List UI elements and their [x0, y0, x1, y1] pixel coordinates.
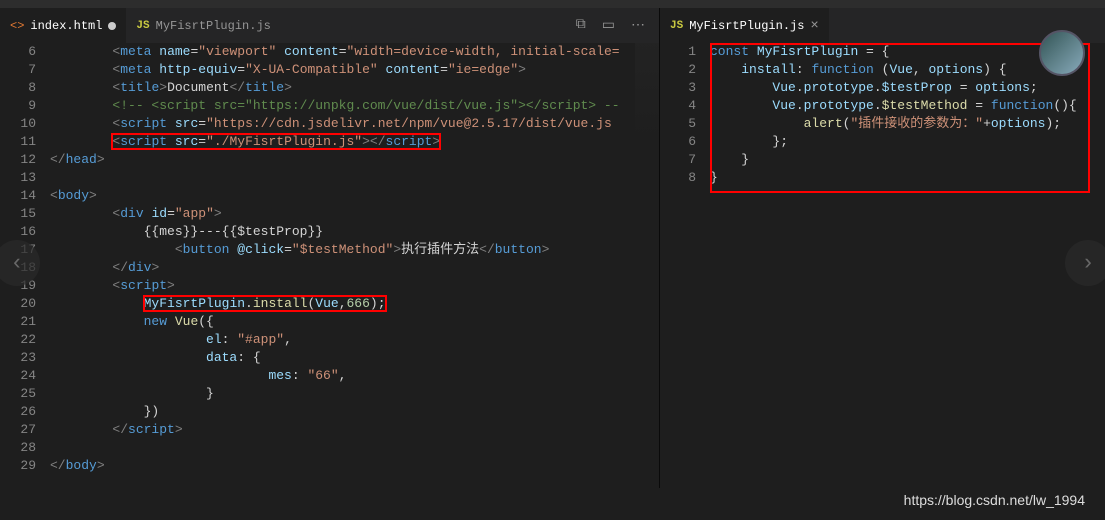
- tab-label: MyFisrtPlugin.js: [156, 19, 271, 33]
- js-file-icon: JS: [670, 20, 683, 32]
- editor-left[interactable]: 6789101112131415161718192021222324252627…: [0, 43, 659, 488]
- line-number: 13: [0, 169, 36, 187]
- code-line[interactable]: <body>: [50, 187, 659, 205]
- code-line[interactable]: alert("插件接收的参数为："+options);: [710, 115, 1105, 133]
- code-line[interactable]: </head>: [50, 151, 659, 169]
- line-number: 9: [0, 97, 36, 115]
- tab-MyFisrtPlugin-js[interactable]: JS MyFisrtPlugin.js: [126, 8, 280, 43]
- line-number: 4: [660, 97, 696, 115]
- code-line[interactable]: </body>: [50, 457, 659, 475]
- line-number: 5: [660, 115, 696, 133]
- tab-label: MyFisrtPlugin.js: [689, 19, 804, 33]
- line-number: 8: [0, 79, 36, 97]
- tab-bar-left: <> index.html JS MyFisrtPlugin.js ⧉ ▭ ⋯: [0, 8, 659, 43]
- line-number: 15: [0, 205, 36, 223]
- line-number: 26: [0, 403, 36, 421]
- code-line[interactable]: data: {: [50, 349, 659, 367]
- tab-label: index.html: [30, 19, 102, 33]
- code-line[interactable]: [50, 169, 659, 187]
- code-line[interactable]: new Vue({: [50, 313, 659, 331]
- split-icon[interactable]: ▭: [602, 17, 615, 34]
- code-line[interactable]: Vue.prototype.$testProp = options;: [710, 79, 1105, 97]
- close-icon[interactable]: ×: [810, 18, 818, 34]
- highlighted-code: <script src="./MyFisrtPlugin.js"></scrip…: [112, 134, 440, 149]
- line-number: 14: [0, 187, 36, 205]
- line-number: 3: [660, 79, 696, 97]
- code-line[interactable]: </div>: [50, 259, 659, 277]
- line-number: 8: [660, 169, 696, 187]
- dirty-indicator-icon: [108, 22, 116, 30]
- compare-icon[interactable]: ⧉: [576, 17, 586, 34]
- editor-pane-right: JS MyFisrtPlugin.js × 12345678 const MyFis…: [660, 8, 1105, 488]
- js-file-icon: JS: [136, 20, 149, 32]
- code-line[interactable]: MyFisrtPlugin.install(Vue,666);: [50, 295, 659, 313]
- watermark-text: https://blog.csdn.net/lw_1994: [904, 492, 1085, 508]
- code-line[interactable]: };: [710, 133, 1105, 151]
- line-number: 1: [660, 43, 696, 61]
- highlighted-code: MyFisrtPlugin.install(Vue,666);: [144, 296, 386, 311]
- line-number: 24: [0, 367, 36, 385]
- minimap[interactable]: [635, 43, 659, 143]
- line-number: 11: [0, 133, 36, 151]
- code-line[interactable]: }): [50, 403, 659, 421]
- line-number: 2: [660, 61, 696, 79]
- tab-MyFisrtPlugin-js[interactable]: JS MyFisrtPlugin.js ×: [660, 8, 829, 43]
- line-number: 20: [0, 295, 36, 313]
- code-line[interactable]: <meta name="viewport" content="width=dev…: [50, 43, 659, 61]
- next-arrow-icon[interactable]: ›: [1065, 240, 1105, 286]
- tab-bar-right: JS MyFisrtPlugin.js ×: [660, 8, 1105, 43]
- code-line[interactable]: <script src="https://cdn.jsdelivr.net/np…: [50, 115, 659, 133]
- line-number: 27: [0, 421, 36, 439]
- line-number: 29: [0, 457, 36, 475]
- code-line[interactable]: <button @click="$testMethod">执行插件方法</but…: [50, 241, 659, 259]
- line-number: 6: [0, 43, 36, 61]
- code-line[interactable]: <script src="./MyFisrtPlugin.js"></scrip…: [50, 133, 659, 151]
- line-number: 28: [0, 439, 36, 457]
- code-line[interactable]: Vue.prototype.$testMethod = function(){: [710, 97, 1105, 115]
- line-number: 25: [0, 385, 36, 403]
- code-line[interactable]: }: [710, 169, 1105, 187]
- line-number: 6: [660, 133, 696, 151]
- line-number: 10: [0, 115, 36, 133]
- avatar: [1039, 30, 1085, 76]
- code-line[interactable]: el: "#app",: [50, 331, 659, 349]
- code-line[interactable]: <script>: [50, 277, 659, 295]
- line-number: 21: [0, 313, 36, 331]
- tab-index-html[interactable]: <> index.html: [0, 8, 126, 43]
- code-line[interactable]: <meta http-equiv="X-UA-Compatible" conte…: [50, 61, 659, 79]
- code-line[interactable]: <div id="app">: [50, 205, 659, 223]
- line-number: 12: [0, 151, 36, 169]
- editor-pane-left: <> index.html JS MyFisrtPlugin.js ⧉ ▭ ⋯ 678910…: [0, 8, 660, 488]
- line-number: 16: [0, 223, 36, 241]
- code-line[interactable]: </script>: [50, 421, 659, 439]
- line-number: 7: [660, 151, 696, 169]
- code-line[interactable]: {{mes}}---{{$testProp}}: [50, 223, 659, 241]
- titlebar-strip: [0, 0, 1105, 8]
- more-icon[interactable]: ⋯: [631, 17, 645, 34]
- line-number: 7: [0, 61, 36, 79]
- html-file-icon: <>: [10, 19, 24, 33]
- code-line[interactable]: }: [50, 385, 659, 403]
- code-line[interactable]: [50, 439, 659, 457]
- line-number: 23: [0, 349, 36, 367]
- line-number: 22: [0, 331, 36, 349]
- editor-panes: <>index.htmlJSMyFisrtPlugin.js⧉▭⋯ 678910…: [0, 8, 1105, 488]
- code-line[interactable]: mes: "66",: [50, 367, 659, 385]
- code-line[interactable]: <!-- <script src="https://unpkg.com/vue/…: [50, 97, 659, 115]
- code-line[interactable]: }: [710, 151, 1105, 169]
- code-line[interactable]: <title>Document</title>: [50, 79, 659, 97]
- editor-right[interactable]: 12345678 const MyFisrtPlugin = { install…: [660, 43, 1105, 488]
